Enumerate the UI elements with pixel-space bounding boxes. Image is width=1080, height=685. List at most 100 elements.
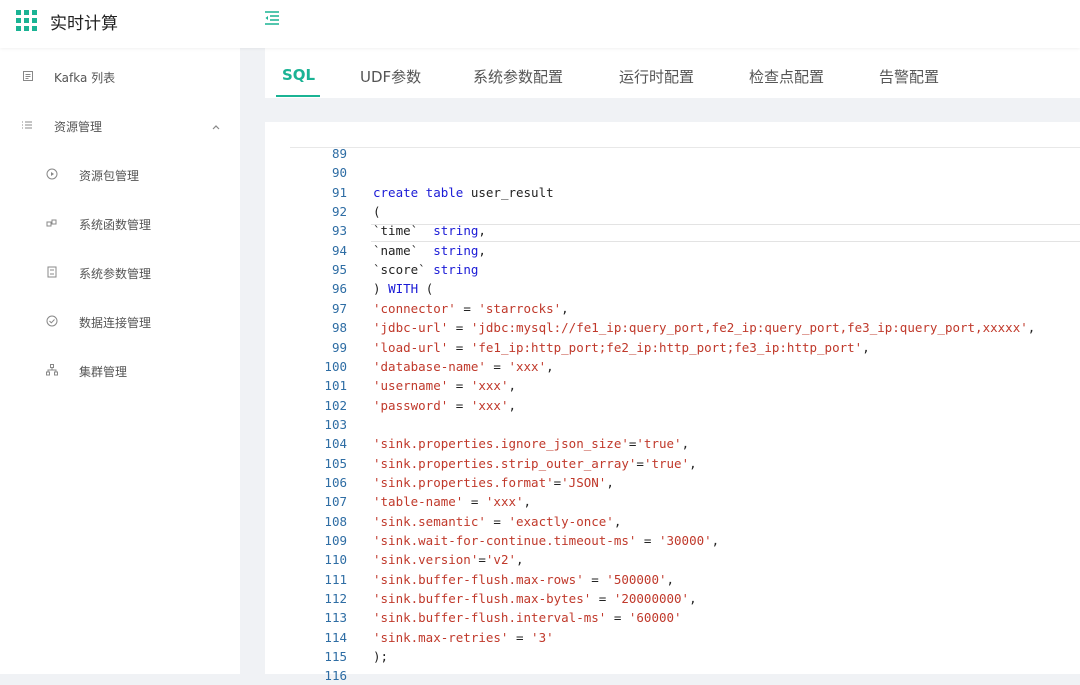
code-text: create table user_result xyxy=(373,183,554,202)
chevron-up-icon[interactable] xyxy=(211,121,221,131)
bars-icon xyxy=(20,119,33,132)
text-token: = xyxy=(606,610,629,626)
list-icon xyxy=(21,70,34,83)
string-token: '60000' xyxy=(628,610,682,626)
text-token: , xyxy=(689,591,697,607)
code-text: 'sink.version'='v2', xyxy=(373,550,524,569)
string-token: 'sink.properties.ignore_json_size' xyxy=(373,436,629,452)
line-number: 90 xyxy=(331,165,347,181)
app-title: 实时计算 xyxy=(50,14,118,34)
text-token: user_result xyxy=(463,184,554,200)
line-number: 111 xyxy=(324,571,347,587)
string-token: 'password' xyxy=(373,397,449,413)
sidebar-item-data-connection[interactable]: 数据连接管理 xyxy=(0,302,240,342)
string-token: 'true' xyxy=(636,436,682,452)
sidebar-item-resource-management[interactable]: 资源管理 xyxy=(0,106,240,146)
top-bar: 实时计算 xyxy=(0,0,1080,48)
text-token: , xyxy=(1027,320,1036,336)
string-token: 'sink.buffer-flush.max-rows' xyxy=(373,571,584,587)
code-line: 113 'sink.buffer-flush.interval-ms' = '60… xyxy=(265,608,1080,627)
text-token: `time` xyxy=(373,223,434,239)
line-number: 95 xyxy=(331,262,347,278)
string-token: 'sink.semantic' xyxy=(373,513,486,529)
string-token: 'xxx' xyxy=(485,494,524,510)
line-number: 110 xyxy=(324,552,347,568)
string-token: 'true' xyxy=(643,455,690,471)
tab-runtime-config[interactable]: 运行时配置 xyxy=(619,66,694,87)
text-token: , xyxy=(516,552,524,568)
code-text: 'sink.buffer-flush.interval-ms' = '60000… xyxy=(373,608,682,627)
book-icon xyxy=(45,266,58,279)
sidebar-item-system-function[interactable]: 系统函数管理 xyxy=(0,204,240,244)
text-token: = xyxy=(508,629,532,645)
code-line: 107 'table-name' = 'xxx', xyxy=(265,492,1080,511)
text-token: = xyxy=(485,358,509,374)
text-token: = xyxy=(636,455,644,471)
string-token: 'sink.wait-for-continue.timeout-ms' xyxy=(373,533,637,548)
menu-fold-icon[interactable] xyxy=(262,8,282,28)
line-number: 109 xyxy=(324,533,347,548)
text-token: , xyxy=(613,513,622,529)
code-line: 97 'connector' = 'starrocks', xyxy=(265,299,1080,318)
string-token: 'sink.max-retries' xyxy=(373,629,509,645)
text-token: = xyxy=(463,494,486,510)
line-number: 98 xyxy=(331,320,347,336)
sql-code-editor[interactable]: 89 90 91 create table user_result 92 (93 `time… xyxy=(265,122,1080,683)
text-token: = xyxy=(455,300,479,316)
sidebar-item-label: 资源管理 xyxy=(54,120,103,134)
text-token: , xyxy=(666,571,675,587)
text-token: , xyxy=(681,436,690,452)
code-text: ); xyxy=(373,647,388,666)
line-number: 112 xyxy=(324,591,347,607)
string-token: 'table-name' xyxy=(373,494,464,510)
line-number: 106 xyxy=(324,474,347,490)
sidebar-item-system-param[interactable]: 系统参数管理 xyxy=(0,253,240,293)
line-number: 104 xyxy=(324,436,347,452)
play-circle-icon xyxy=(45,168,58,181)
sidebar-item-label: 集群管理 xyxy=(79,365,128,379)
string-token: 'xxx' xyxy=(470,378,509,394)
text-token: ( xyxy=(418,281,434,297)
string-token: 'v2' xyxy=(485,552,516,568)
check-circle-icon xyxy=(45,315,58,328)
code-line: 89 xyxy=(265,144,1080,163)
line-number: 116 xyxy=(324,668,347,684)
tab-sql[interactable]: SQL xyxy=(282,66,315,84)
sidebar-item-label: Kafka 列表 xyxy=(54,71,116,85)
sidebar-item-cluster[interactable]: 集群管理 xyxy=(0,351,240,391)
code-text: `time` string, xyxy=(373,221,486,240)
string-token: 'load-url' xyxy=(373,339,449,355)
code-text: 'sink.semantic' = 'exactly-once', xyxy=(373,512,621,531)
tab-udf-params[interactable]: UDF参数 xyxy=(360,66,421,87)
sidebar-item-resource-package[interactable]: 资源包管理 xyxy=(0,155,240,195)
code-text: 'sink.buffer-flush.max-rows' = '500000', xyxy=(373,570,674,589)
line-number: 93 xyxy=(331,223,347,239)
code-text: 'load-url' = 'fe1_ip:http_port;fe2_ip:ht… xyxy=(373,338,870,357)
tab-checkpoint-config[interactable]: 检查点配置 xyxy=(749,66,824,87)
text-token: , xyxy=(546,358,554,374)
sidebar-item-kafka-list[interactable]: Kafka 列表 xyxy=(0,57,240,97)
text-token: , xyxy=(478,223,486,239)
sidebar-item-label: 系统函数管理 xyxy=(79,218,152,232)
function-icon xyxy=(45,217,58,230)
string-token: 'xxx' xyxy=(508,358,547,374)
text-token: , xyxy=(508,397,517,413)
keyword-token: create table xyxy=(373,184,464,200)
code-line: 115); xyxy=(265,647,1080,666)
tab-alert-config[interactable]: 告警配置 xyxy=(879,66,939,87)
code-text: 'sink.max-retries' = '3' xyxy=(373,628,554,647)
text-token: `score` xyxy=(373,262,434,278)
tab-system-params[interactable]: 系统参数配置 xyxy=(473,66,563,87)
code-text: 'jdbc-url' = 'jdbc:mysql://fe1_ip:query_… xyxy=(373,318,1035,337)
text-token: , xyxy=(862,339,870,355)
code-line: 93 `time` string, xyxy=(265,221,1080,240)
code-text: 'sink.buffer-flush.max-bytes' = '2000000… xyxy=(373,589,697,608)
string-token: 'sink.buffer-flush.interval-ms' xyxy=(373,610,607,626)
line-number: 101 xyxy=(324,378,347,394)
text-token: = xyxy=(448,397,471,413)
string-token: 'sink.version' xyxy=(373,552,479,568)
line-number: 94 xyxy=(331,242,347,258)
text-token: ) xyxy=(373,281,389,297)
text-token: = xyxy=(448,339,471,355)
code-text: 'password' = 'xxx', xyxy=(373,396,516,415)
